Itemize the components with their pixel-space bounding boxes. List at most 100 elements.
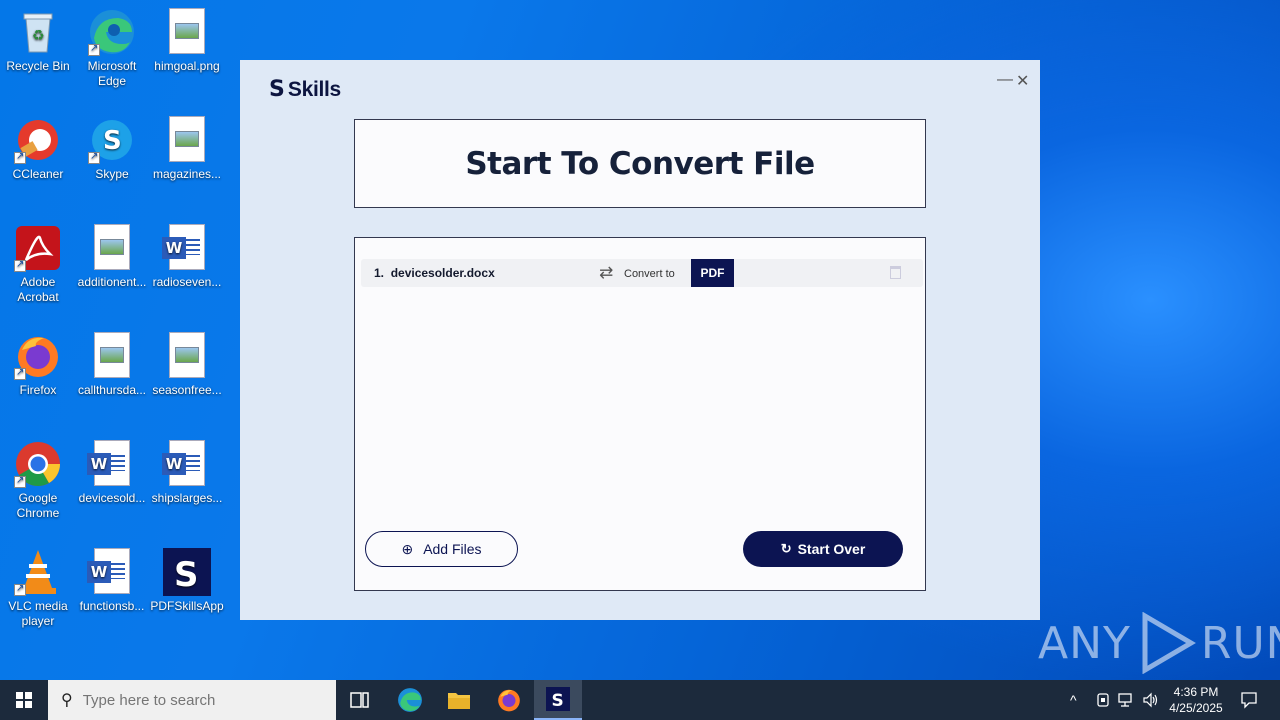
windows-logo-icon — [16, 692, 32, 708]
task-view-icon — [350, 692, 369, 708]
desktop-icon-adobe-acrobat[interactable]: Adobe Acrobat — [0, 224, 76, 305]
trash-icon[interactable] — [890, 266, 901, 279]
desktop-icon-image-file[interactable]: himgoal.png — [149, 8, 225, 74]
heading-card: Start To Convert File — [354, 119, 926, 208]
start-over-label: Start Over — [797, 541, 866, 557]
file-name: 1. devicesolder.docx — [374, 266, 495, 280]
clock-date: 4/25/2025 — [1169, 701, 1223, 715]
shortcut-arrow-icon — [88, 41, 100, 56]
play-triangle-icon — [1142, 612, 1196, 674]
desktop-icon-skype[interactable]: S Skype — [74, 116, 150, 182]
desktop-icon-label: Microsoft Edge — [87, 59, 137, 88]
taskbar-firefox[interactable] — [485, 680, 533, 720]
page-title: Start To Convert File — [465, 145, 815, 182]
desktop-icon-label: himgoal.png — [154, 59, 220, 73]
file-list-panel: 1. devicesolder.docx ⇄ Convert to PDF ⊕ … — [354, 237, 926, 591]
network-icon — [1118, 693, 1132, 707]
desktop-icon-label: callthursda... — [77, 383, 147, 397]
taskbar-file-explorer[interactable] — [435, 680, 483, 720]
swap-arrows-icon: ⇄ — [599, 263, 614, 282]
start-button[interactable] — [0, 680, 48, 720]
desktop-icon-pdfskillsapp[interactable]: S PDFSkillsApp — [149, 548, 225, 614]
taskbar-clock[interactable]: 4:36 PM 4/25/2025 — [1160, 684, 1232, 716]
word-document-icon: W — [87, 440, 130, 486]
desktop-icon-image-file[interactable]: magazines... — [149, 116, 225, 182]
taskbar: ⚲ S ^ 4:36 PM 4/25/2025 — [0, 680, 1280, 720]
desktop-icon-label: PDFSkillsApp — [150, 599, 224, 613]
shortcut-arrow-icon — [14, 149, 26, 164]
volume-icon — [1143, 692, 1158, 708]
shortcut-arrow-icon — [14, 257, 26, 272]
desktop-icon-label: shipslarges... — [151, 491, 223, 505]
desktop-icon-word-file[interactable]: W functionsb... — [74, 548, 150, 614]
desktop-icon-microsoft-edge[interactable]: Microsoft Edge — [74, 8, 150, 89]
tray-icon-device[interactable] — [1095, 680, 1111, 720]
image-file-icon — [94, 224, 130, 270]
shortcut-arrow-icon — [14, 473, 26, 488]
desktop-icon-label: Skype — [95, 167, 129, 181]
recycle-bin-icon: ♻ — [14, 8, 62, 56]
desktop-icon-google-chrome[interactable]: Google Chrome — [0, 440, 76, 521]
desktop-icon-word-file[interactable]: W radioseven... — [149, 224, 225, 290]
desktop-icon-vlc[interactable]: VLC media player — [0, 548, 76, 629]
taskbar-edge[interactable] — [386, 680, 434, 720]
search-icon: ⚲ — [61, 692, 73, 709]
desktop-icon-image-file[interactable]: additionent... — [74, 224, 150, 290]
close-button[interactable]: ✕ — [1016, 71, 1029, 91]
image-file-icon — [169, 8, 205, 54]
desktop-icon-word-file[interactable]: W devicesold... — [74, 440, 150, 506]
app-brand: S Skills — [269, 77, 341, 102]
shortcut-arrow-icon — [14, 365, 26, 380]
taskbar-pdfskills[interactable]: S — [534, 680, 582, 720]
word-document-icon: W — [162, 440, 205, 486]
target-format-button[interactable]: PDF — [691, 259, 734, 287]
desktop-icon-label: magazines... — [152, 167, 222, 181]
clock-time: 4:36 PM — [1173, 685, 1219, 699]
start-over-button[interactable]: ↻ Start Over — [743, 531, 903, 567]
notification-icon — [1241, 692, 1257, 709]
svg-text:S: S — [103, 126, 122, 156]
desktop-icon-label: additionent... — [77, 275, 147, 289]
pdfskills-app-icon: S — [163, 548, 211, 596]
svg-text:♻: ♻ — [32, 28, 45, 44]
desktop-icon-label: radioseven... — [152, 275, 222, 289]
desktop-icon-label: Adobe Acrobat — [17, 275, 59, 304]
chevron-up-icon: ^ — [1070, 692, 1077, 708]
skills-logo-icon: S — [269, 77, 285, 102]
desktop-icon-label: CCleaner — [12, 167, 64, 181]
pdfskills-window: S Skills — ✕ Start To Convert File 1. de… — [240, 60, 1040, 620]
shortcut-arrow-icon — [88, 149, 100, 164]
desktop-icon-ccleaner[interactable]: CCleaner — [0, 116, 76, 182]
svg-text:S: S — [174, 555, 199, 595]
desktop-icon-image-file[interactable]: seasonfree... — [149, 332, 225, 398]
convert-to-label: Convert to — [624, 268, 675, 280]
desktop-icon-firefox[interactable]: Firefox — [0, 332, 76, 398]
tray-icon-volume[interactable] — [1142, 680, 1160, 720]
image-file-icon — [94, 332, 130, 378]
tray-icon-network[interactable] — [1118, 680, 1136, 720]
minimize-button[interactable]: — — [997, 71, 1013, 89]
taskbar-search[interactable]: ⚲ — [48, 680, 336, 720]
google-chrome-icon — [14, 440, 62, 488]
firefox-icon — [14, 332, 62, 380]
add-files-button[interactable]: ⊕ Add Files — [365, 531, 518, 567]
desktop-icon-recycle-bin[interactable]: ♻ Recycle Bin — [0, 8, 76, 74]
skype-icon: S — [88, 116, 136, 164]
image-file-icon — [169, 116, 205, 162]
ccleaner-icon — [14, 116, 62, 164]
search-input[interactable] — [82, 691, 323, 709]
desktop-icon-label: functionsb... — [79, 599, 145, 613]
svg-text:S: S — [552, 691, 564, 711]
desktop-icon-image-file[interactable]: callthursda... — [74, 332, 150, 398]
desktop-icon-label: Firefox — [19, 383, 57, 397]
watermark-text-right: RUN — [1200, 617, 1280, 669]
desktop-icon-word-file[interactable]: W shipslarges... — [149, 440, 225, 506]
action-center-button[interactable] — [1232, 680, 1266, 720]
folder-icon — [448, 693, 470, 709]
adobe-acrobat-icon — [14, 224, 62, 272]
watermark-text-left: ANY — [1038, 617, 1131, 669]
tray-overflow-button[interactable]: ^ — [1070, 680, 1077, 720]
task-view-button[interactable] — [336, 680, 384, 720]
image-file-icon — [169, 332, 205, 378]
edge-icon — [398, 688, 422, 712]
